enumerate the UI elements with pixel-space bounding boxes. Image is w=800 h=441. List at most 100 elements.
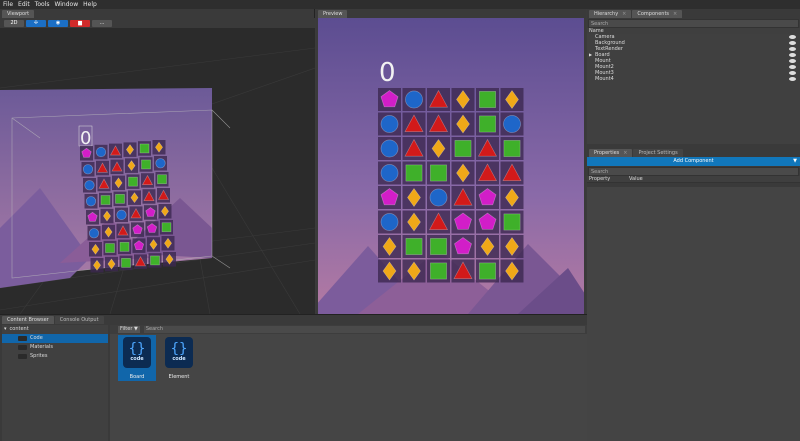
green-gem-icon[interactable] — [128, 176, 138, 187]
properties-tabbar: Properties × Project Settings — [587, 148, 800, 157]
eye-icon[interactable] — [789, 77, 796, 81]
preview-panel: Preview 0 — [316, 9, 586, 314]
record-tool-icon[interactable]: ▆ — [70, 19, 90, 27]
bottom-panel: Content Browser Console Output ▾ content C… — [0, 314, 587, 441]
tab-viewport[interactable]: Viewport — [2, 10, 35, 18]
bottom-tabbar: Content Browser Console Output — [0, 315, 587, 324]
value-column-header: Value — [629, 176, 643, 182]
tab-components[interactable]: Components × — [632, 10, 683, 18]
green-gem-icon[interactable] — [430, 164, 447, 182]
green-gem-icon[interactable] — [105, 243, 115, 253]
preview-canvas[interactable]: 0 — [318, 18, 584, 314]
tab-hierarchy[interactable]: Hierarchy × — [589, 10, 632, 18]
blue-gem-icon[interactable] — [85, 196, 97, 207]
green-gem-icon[interactable] — [503, 213, 521, 231]
green-gem-icon[interactable] — [479, 115, 496, 133]
blue-gem-icon[interactable] — [380, 164, 399, 182]
tab-project-settings[interactable]: Project Settings — [633, 149, 683, 157]
filter-button[interactable]: Filter ▼ — [118, 326, 140, 333]
eye-icon[interactable] — [789, 53, 796, 57]
file-board[interactable]: {} code Board — [118, 335, 156, 381]
tab-console-output[interactable]: Console Output — [54, 316, 104, 324]
blue-gem-icon[interactable] — [84, 180, 95, 191]
eye-icon[interactable] — [789, 35, 796, 39]
viewport-scene-svg: 0 — [0, 28, 315, 314]
blue-gem-icon[interactable] — [405, 90, 423, 109]
menu-help[interactable]: Help — [83, 1, 97, 8]
tab-properties-label: Properties — [594, 150, 620, 156]
blue-gem-icon[interactable] — [380, 139, 399, 158]
content-tree: ▾ content Code Materials Sprites — [2, 325, 108, 441]
file-search-input[interactable]: Search — [143, 326, 585, 333]
move-tool-icon[interactable]: ✢ — [26, 19, 46, 27]
viewport-tabbar: Viewport — [0, 9, 314, 18]
blue-gem-icon[interactable] — [95, 147, 107, 158]
close-icon[interactable]: × — [622, 10, 626, 18]
green-gem-icon[interactable] — [479, 91, 496, 108]
green-gem-icon[interactable] — [430, 262, 447, 280]
expand-arrow-icon[interactable]: ▾ — [4, 325, 7, 334]
viewport-panel: Viewport 2D ✢ ◉ ▆ ... 0 — [0, 9, 315, 314]
view-tool-icon[interactable]: ◉ — [48, 19, 68, 27]
eye-icon[interactable] — [789, 41, 796, 45]
hierarchy-item-label: Mount4 — [595, 76, 614, 82]
tree-item-code[interactable]: Code — [2, 334, 108, 343]
file-element[interactable]: {} code Element — [160, 335, 198, 381]
green-gem-icon[interactable] — [503, 140, 521, 157]
eye-icon[interactable] — [789, 47, 796, 51]
green-gem-icon[interactable] — [405, 164, 423, 182]
menu-tools[interactable]: Tools — [35, 1, 50, 8]
green-gem-icon[interactable] — [405, 238, 423, 255]
menu-file[interactable]: File — [3, 1, 13, 8]
add-component-button[interactable]: Add Component ▼ — [587, 157, 800, 166]
preview-scene-svg — [318, 18, 584, 314]
tab-content-browser[interactable]: Content Browser — [2, 316, 54, 324]
blue-gem-icon[interactable] — [429, 188, 448, 207]
viewport-scene[interactable]: 0 — [0, 28, 315, 314]
tab-preview[interactable]: Preview — [318, 10, 348, 18]
properties-body — [587, 187, 800, 441]
add-component-label: Add Component — [673, 158, 714, 164]
blue-gem-icon[interactable] — [380, 115, 399, 133]
eye-icon[interactable] — [789, 59, 796, 63]
mode-2d-button[interactable]: 2D — [4, 19, 24, 27]
tree-item-content[interactable]: ▾ content — [2, 325, 108, 334]
close-icon[interactable]: × — [623, 149, 627, 157]
hierarchy-item-mount4[interactable]: Mount4 — [587, 76, 800, 82]
tree-item-label: Materials — [30, 344, 53, 350]
tree-item-label: Sprites — [30, 353, 48, 359]
green-gem-icon[interactable] — [161, 222, 172, 233]
eye-icon[interactable] — [789, 71, 796, 75]
green-gem-icon[interactable] — [430, 238, 447, 255]
green-gem-icon[interactable] — [119, 242, 130, 252]
eye-icon[interactable] — [789, 65, 796, 69]
green-gem-icon[interactable] — [121, 258, 131, 268]
green-gem-icon[interactable] — [141, 159, 151, 170]
blue-gem-icon[interactable] — [155, 158, 166, 169]
more-options-button[interactable]: ... — [92, 19, 112, 27]
menu-edit[interactable]: Edit — [18, 1, 30, 8]
blue-gem-icon[interactable] — [82, 164, 94, 175]
properties-search-input[interactable]: Search — [588, 167, 799, 176]
green-gem-icon[interactable] — [157, 174, 167, 185]
green-gem-icon[interactable] — [150, 255, 160, 266]
green-gem-icon[interactable] — [115, 194, 125, 204]
blue-gem-icon[interactable] — [116, 209, 127, 220]
blue-gem-icon[interactable] — [503, 115, 521, 133]
green-gem-icon[interactable] — [139, 143, 150, 154]
close-icon[interactable]: × — [673, 10, 677, 18]
tree-item-sprites[interactable]: Sprites — [2, 352, 108, 361]
preview-tabbar: Preview — [316, 9, 586, 18]
tab-components-label: Components — [637, 11, 670, 17]
blue-gem-icon[interactable] — [88, 228, 100, 239]
green-gem-icon[interactable] — [100, 195, 111, 205]
menu-window[interactable]: Window — [54, 1, 78, 8]
green-gem-icon[interactable] — [479, 262, 496, 280]
hierarchy-search-input[interactable]: Search — [588, 19, 799, 28]
tree-item-materials[interactable]: Materials — [2, 343, 108, 352]
chevron-down-icon[interactable]: ▼ — [793, 157, 797, 166]
blue-gem-icon[interactable] — [380, 213, 399, 231]
tab-hierarchy-label: Hierarchy — [594, 11, 619, 17]
tab-properties[interactable]: Properties × — [589, 149, 633, 157]
green-gem-icon[interactable] — [454, 140, 472, 157]
